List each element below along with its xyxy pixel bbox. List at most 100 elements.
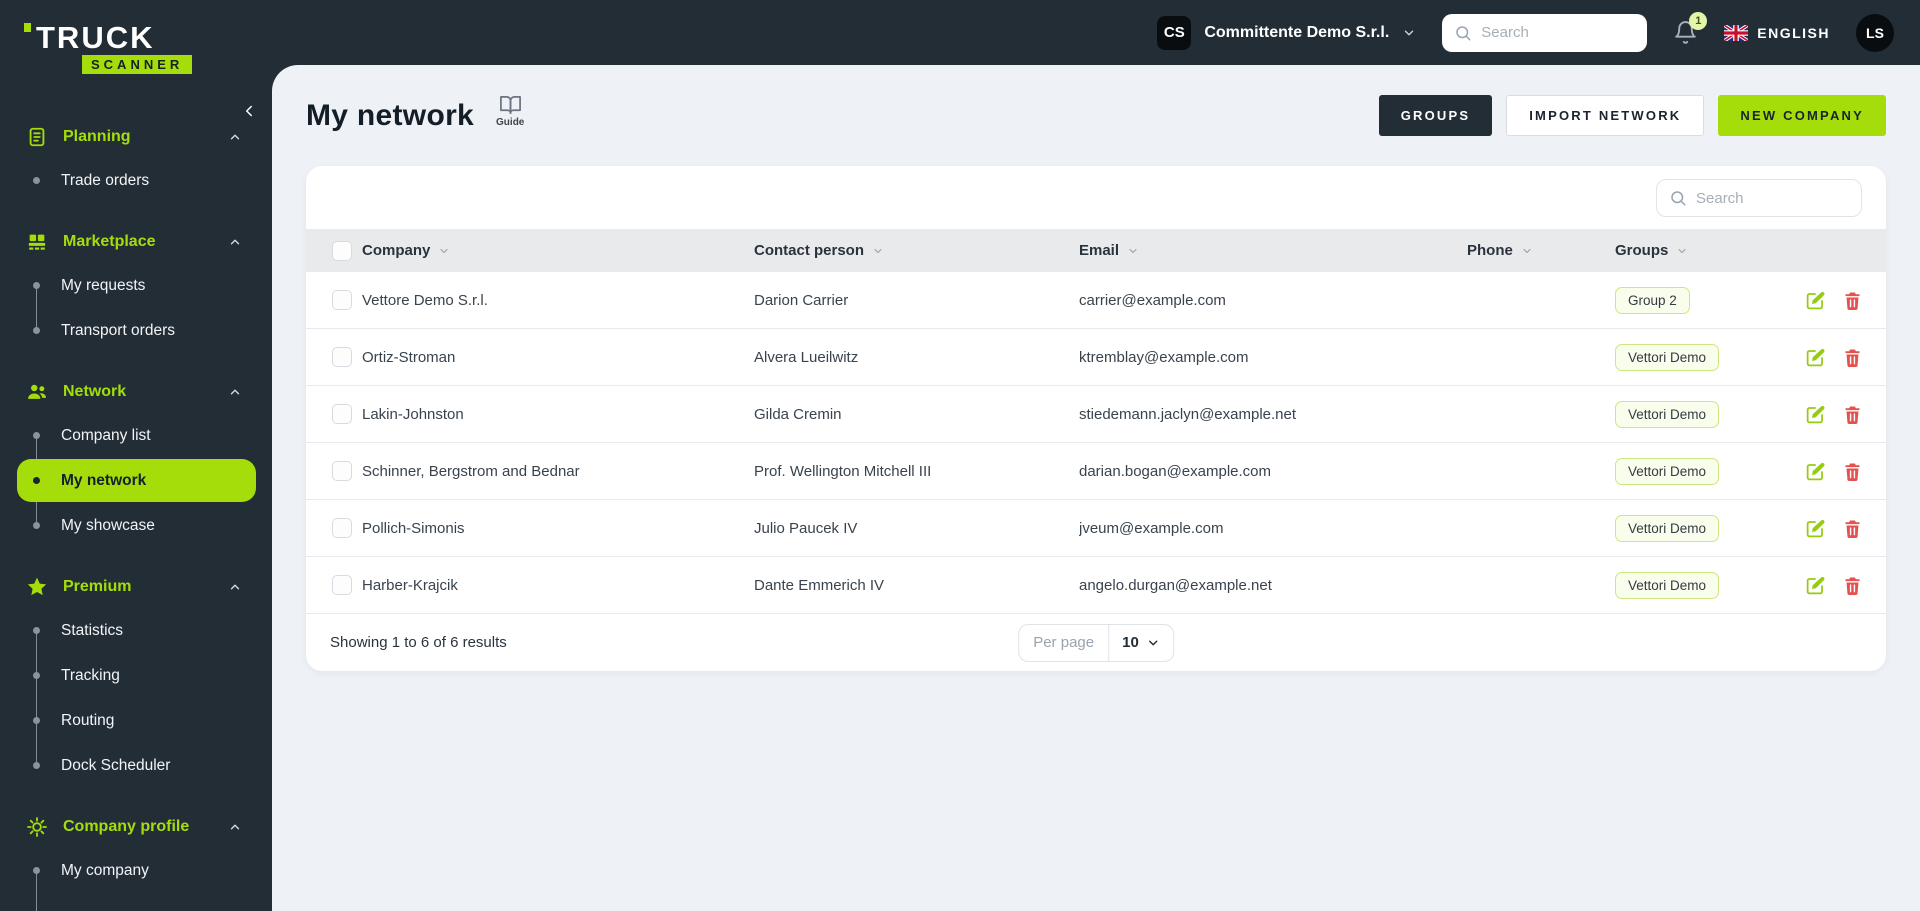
table-search-input[interactable]	[1696, 189, 1849, 207]
row-checkbox[interactable]	[332, 461, 352, 481]
row-actions	[1805, 347, 1886, 368]
per-page-select[interactable]: 10	[1108, 624, 1173, 661]
sidebar-item-my-requests[interactable]: My requests	[0, 263, 272, 308]
app-root: TRUCK SCANNER Planning Trade orders Market…	[0, 0, 1920, 911]
groups-cell: Vettori Demo	[1615, 400, 1805, 428]
contact-cell: Darion Carrier	[754, 291, 849, 309]
sidebar-item-transport-orders[interactable]: Transport orders	[0, 308, 272, 353]
sidebar-section-label: Premium	[63, 578, 132, 595]
sidebar-item-label: My network	[61, 471, 147, 489]
table-toolbar	[306, 166, 1886, 229]
table-search	[1656, 179, 1862, 217]
results-summary: Showing 1 to 6 of 6 results	[330, 634, 507, 651]
guide-label: Guide	[496, 117, 525, 128]
table-row[interactable]: Pollich-Simonis Julio Paucek IV jveum@exam…	[306, 500, 1886, 557]
bullet-rail	[26, 282, 47, 289]
column-header-phone[interactable]: Phone	[1467, 242, 1615, 259]
topbar: CS Committente Demo S.r.l. 1	[272, 0, 1920, 65]
chevron-down-icon	[1402, 26, 1416, 40]
sidebar-item-my-showcase[interactable]: My showcase	[0, 503, 272, 548]
groups-cell: Group 2	[1615, 286, 1805, 314]
chevron-down-icon	[1146, 636, 1160, 650]
row-checkbox[interactable]	[332, 347, 352, 367]
column-header-contact[interactable]: Contact person	[754, 242, 1079, 259]
new-company-button[interactable]: NEW COMPANY	[1718, 95, 1886, 136]
column-header-email[interactable]: Email	[1079, 242, 1467, 259]
trash-icon[interactable]	[1842, 461, 1863, 482]
table-row[interactable]: Lakin-Johnston Gilda Cremin stiedemann.jac…	[306, 386, 1886, 443]
trash-icon[interactable]	[1842, 290, 1863, 311]
sidebar-section-header-planning[interactable]: Planning	[0, 124, 272, 150]
row-checkbox[interactable]	[332, 518, 352, 538]
uk-flag-icon	[1724, 24, 1749, 41]
sidebar-item-statistics[interactable]: Statistics	[0, 608, 272, 653]
trash-icon[interactable]	[1842, 347, 1863, 368]
sidebar-item-trade-orders[interactable]: Trade orders	[0, 158, 272, 203]
trash-icon[interactable]	[1842, 404, 1863, 425]
company-initials-badge: CS	[1157, 15, 1192, 50]
sidebar-nav: Planning Trade orders Marketplace My reques…	[0, 124, 272, 911]
edit-icon[interactable]	[1805, 461, 1826, 482]
table-row[interactable]: Schinner, Bergstrom and Bednar Prof. Well…	[306, 443, 1886, 500]
brand-logo[interactable]: TRUCK SCANNER	[24, 20, 272, 74]
sidebar-section-header-premium[interactable]: Premium	[0, 574, 272, 600]
notifications-button[interactable]: 1	[1673, 12, 1708, 45]
sidebar-section-header-network[interactable]: Network	[0, 379, 272, 405]
row-checkbox-cell	[306, 461, 362, 481]
bullet-rail	[26, 867, 47, 874]
table-row[interactable]: Vettore Demo S.r.l. Darion Carrier carrier…	[306, 272, 1886, 329]
sidebar-collapse-icon[interactable]	[240, 102, 258, 120]
import-network-button[interactable]: IMPORT NETWORK	[1506, 95, 1705, 136]
sidebar-item-tracking[interactable]: Tracking	[0, 653, 272, 698]
guide-button[interactable]: Guide	[496, 93, 524, 128]
bullet-rail	[26, 177, 47, 184]
row-checkbox-cell	[306, 290, 362, 310]
sort-chevron-icon	[438, 245, 450, 257]
row-actions	[1805, 404, 1886, 425]
bullet-dot-icon	[33, 762, 40, 769]
company-switcher[interactable]: CS Committente Demo S.r.l.	[1157, 15, 1416, 50]
page-actions: GROUPS IMPORT NETWORK NEW COMPANY	[1378, 95, 1886, 136]
sidebar-item-my-network[interactable]: My network	[0, 458, 272, 503]
pallet-icon	[26, 231, 48, 253]
groups-button[interactable]: GROUPS	[1378, 95, 1493, 136]
language-switcher[interactable]: ENGLISH	[1724, 24, 1830, 41]
sidebar-item-label: Tracking	[61, 666, 120, 684]
content-area: My network Guide GROUPS IMPORT NETWORK N…	[272, 65, 1920, 911]
global-search-input[interactable]	[1481, 24, 1636, 41]
sidebar-item-routing[interactable]: Routing	[0, 698, 272, 743]
trash-icon[interactable]	[1842, 518, 1863, 539]
row-actions	[1805, 575, 1886, 596]
table-row[interactable]: Ortiz-Stroman Alvera Lueilwitz ktremblay@e…	[306, 329, 1886, 386]
company-cell: Ortiz-Stroman	[362, 348, 456, 366]
sidebar-item-dock-scheduler[interactable]: Dock Scheduler	[0, 743, 272, 788]
edit-icon[interactable]	[1805, 290, 1826, 311]
company-name: Committente Demo S.r.l.	[1204, 23, 1390, 41]
sidebar-section-label: Marketplace	[63, 233, 156, 250]
global-search	[1442, 13, 1648, 52]
search-icon	[1671, 191, 1686, 206]
edit-icon[interactable]	[1805, 404, 1826, 425]
column-header-company[interactable]: Company	[362, 242, 754, 259]
row-checkbox[interactable]	[332, 404, 352, 424]
user-avatar[interactable]: LS	[1856, 13, 1894, 52]
email-cell: angelo.durgan@example.net	[1079, 576, 1272, 594]
sidebar-item-my-company[interactable]: My company	[0, 848, 272, 893]
email-cell: darian.bogan@example.com	[1079, 462, 1272, 480]
edit-icon[interactable]	[1805, 518, 1826, 539]
page-title: My network	[306, 98, 475, 132]
row-checkbox[interactable]	[332, 575, 352, 595]
groups-cell: Vettori Demo	[1615, 343, 1805, 371]
trash-icon[interactable]	[1842, 575, 1863, 596]
row-checkbox[interactable]	[332, 290, 352, 310]
notification-count-badge: 1	[1689, 12, 1708, 30]
column-header-groups[interactable]: Groups	[1615, 242, 1805, 259]
edit-icon[interactable]	[1805, 347, 1826, 368]
sidebar-section-header-marketplace[interactable]: Marketplace	[0, 229, 272, 255]
table-row[interactable]: Harber-Krajcik Dante Emmerich IV angelo.du…	[306, 557, 1886, 614]
edit-icon[interactable]	[1805, 575, 1826, 596]
select-all-checkbox[interactable]	[332, 240, 352, 261]
sidebar-item-company-list[interactable]: Company list	[0, 413, 272, 458]
main-column: CS Committente Demo S.r.l. 1	[272, 0, 1920, 911]
sidebar-section-header-company-profile[interactable]: Company profile	[0, 814, 272, 840]
